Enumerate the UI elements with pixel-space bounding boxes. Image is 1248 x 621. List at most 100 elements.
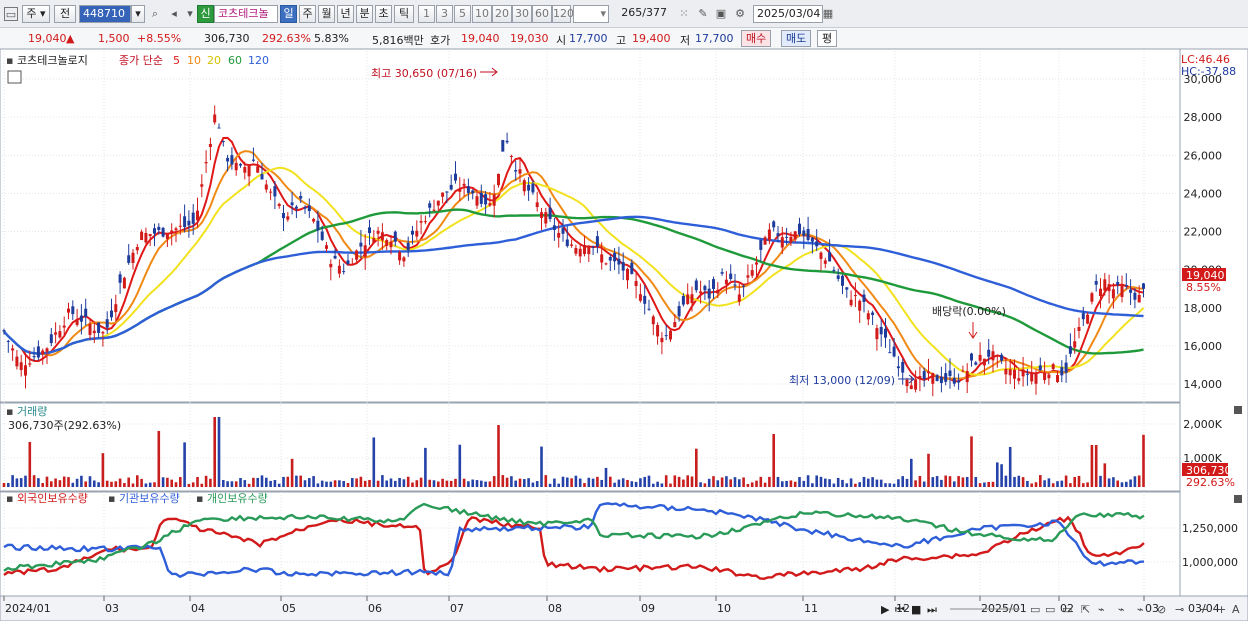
volume-bar	[445, 480, 449, 487]
candle	[729, 273, 733, 280]
interval-60[interactable]: 60	[532, 5, 552, 23]
trade-amount: 5,816백만	[372, 34, 424, 47]
save-icon[interactable]: ▣	[714, 7, 728, 21]
compare-icon[interactable]: ⊘	[1157, 603, 1166, 616]
sell-button[interactable]: 매도	[781, 30, 812, 47]
low-label: 저	[680, 34, 691, 47]
date-input[interactable]: 2025/03/04	[753, 5, 823, 23]
indicator-icon[interactable]: ⌁	[1118, 603, 1125, 616]
layout-icon[interactable]: ▭	[1030, 603, 1040, 616]
chevron-down-icon[interactable]: ▾	[183, 7, 197, 21]
volume-bar	[1064, 475, 1068, 487]
candle	[591, 246, 595, 248]
volume-bar	[978, 483, 982, 487]
close-panel-icon[interactable]	[1234, 495, 1242, 503]
indicator-icon[interactable]: ⌁	[1098, 603, 1105, 616]
volume-bar	[295, 475, 298, 487]
volume-bar	[703, 483, 707, 487]
zoom-in-icon[interactable]: +	[1217, 603, 1226, 616]
candle	[157, 226, 161, 230]
volume-bar	[88, 476, 92, 487]
candle	[815, 241, 819, 247]
stock-name-field[interactable]: 코츠테크놀	[214, 5, 278, 23]
volume-bar	[437, 481, 440, 487]
candle	[630, 262, 634, 274]
volume-bar	[1142, 434, 1145, 487]
interval-custom-input[interactable]: ▾	[573, 5, 609, 23]
candle	[755, 262, 758, 265]
volume-bar	[123, 482, 126, 487]
volume-bar	[243, 480, 247, 487]
font-size-icon[interactable]: A	[1232, 603, 1240, 616]
volume-bar	[497, 425, 500, 487]
volume-ratio: 292.63%	[262, 32, 311, 45]
last-icon[interactable]: ⏭	[927, 603, 937, 616]
interval-5[interactable]: 5	[454, 5, 471, 23]
code-input[interactable]: 448710	[79, 5, 131, 23]
candle	[909, 385, 913, 390]
period-minute[interactable]: 분	[356, 5, 373, 23]
interval-1[interactable]: 1	[418, 5, 435, 23]
candle	[368, 227, 371, 234]
candle	[131, 252, 135, 263]
close-panel-icon[interactable]	[1234, 406, 1242, 414]
period-month[interactable]: 월	[318, 5, 335, 23]
volume-bar	[578, 478, 582, 487]
speaker-icon[interactable]: ◂	[167, 7, 181, 21]
candle	[84, 308, 88, 317]
eval-button[interactable]: 평	[817, 30, 838, 47]
volume-bar	[488, 481, 492, 487]
scroll-right-icon[interactable]: ▶	[881, 603, 890, 616]
gear-icon[interactable]: ⚙	[733, 7, 747, 21]
buy-button[interactable]: 매수	[741, 30, 772, 47]
scale-icon[interactable]: ⇱	[1081, 603, 1090, 616]
code-dropdown[interactable]: ▾	[131, 5, 145, 23]
stock-chart[interactable]: ▪ 코츠테크놀로지 종가 단순 5 10 20 60 120 LC:46.46 …	[0, 49, 1248, 621]
candle	[656, 325, 660, 337]
layout-icon[interactable]: ▭	[1062, 603, 1072, 616]
candle	[79, 315, 83, 322]
period-year[interactable]: 년	[337, 5, 354, 23]
window-icon[interactable]: ▭	[4, 7, 18, 21]
candle	[303, 207, 307, 209]
candle	[901, 362, 905, 373]
stop-icon[interactable]: ■	[911, 603, 921, 616]
volume-bar	[299, 475, 302, 487]
volume-bar	[845, 483, 849, 487]
interval-10[interactable]: 10	[472, 5, 492, 23]
y-tick-label: 16,000	[1184, 340, 1223, 353]
market-button[interactable]: 전	[54, 5, 76, 23]
candle	[217, 127, 221, 129]
indicator-icon[interactable]: ⌁	[1137, 603, 1144, 616]
search-icon[interactable]: ⌕	[148, 7, 162, 21]
table-icon[interactable]	[7, 70, 22, 84]
candle	[1068, 346, 1072, 354]
interval-120[interactable]: 120	[552, 5, 574, 23]
interval-20[interactable]: 20	[492, 5, 512, 23]
candle	[1099, 288, 1102, 297]
volume-bar	[1039, 475, 1042, 487]
volume-bar	[759, 476, 763, 487]
layout-icon[interactable]: ▭	[1045, 603, 1055, 616]
volume-bar	[983, 482, 986, 487]
candle	[398, 252, 402, 261]
first-icon[interactable]: ⏮	[895, 603, 905, 616]
grid-icon[interactable]: ⁙	[677, 7, 691, 21]
period-day[interactable]: 일	[280, 5, 297, 23]
y-tick-label: 2,000K	[1183, 418, 1222, 431]
volume-bar	[58, 480, 62, 487]
interval-3[interactable]: 3	[436, 5, 453, 23]
volume-bar	[1013, 476, 1016, 487]
period-second[interactable]: 초	[375, 5, 392, 23]
count-input[interactable]: 265	[621, 6, 642, 19]
stock-type-select[interactable]: 주 ▾	[22, 5, 50, 23]
zoom-out-icon[interactable]: −	[1199, 603, 1208, 616]
pin-icon[interactable]: ⊸	[1175, 603, 1184, 616]
period-tick[interactable]: 틱	[394, 5, 414, 23]
volume-bar	[922, 481, 926, 487]
period-week[interactable]: 주	[299, 5, 316, 23]
interval-30[interactable]: 30	[512, 5, 532, 23]
candle	[879, 326, 883, 335]
calendar-icon[interactable]: ▦	[821, 7, 835, 21]
draw-icon[interactable]: ✎	[696, 7, 710, 21]
